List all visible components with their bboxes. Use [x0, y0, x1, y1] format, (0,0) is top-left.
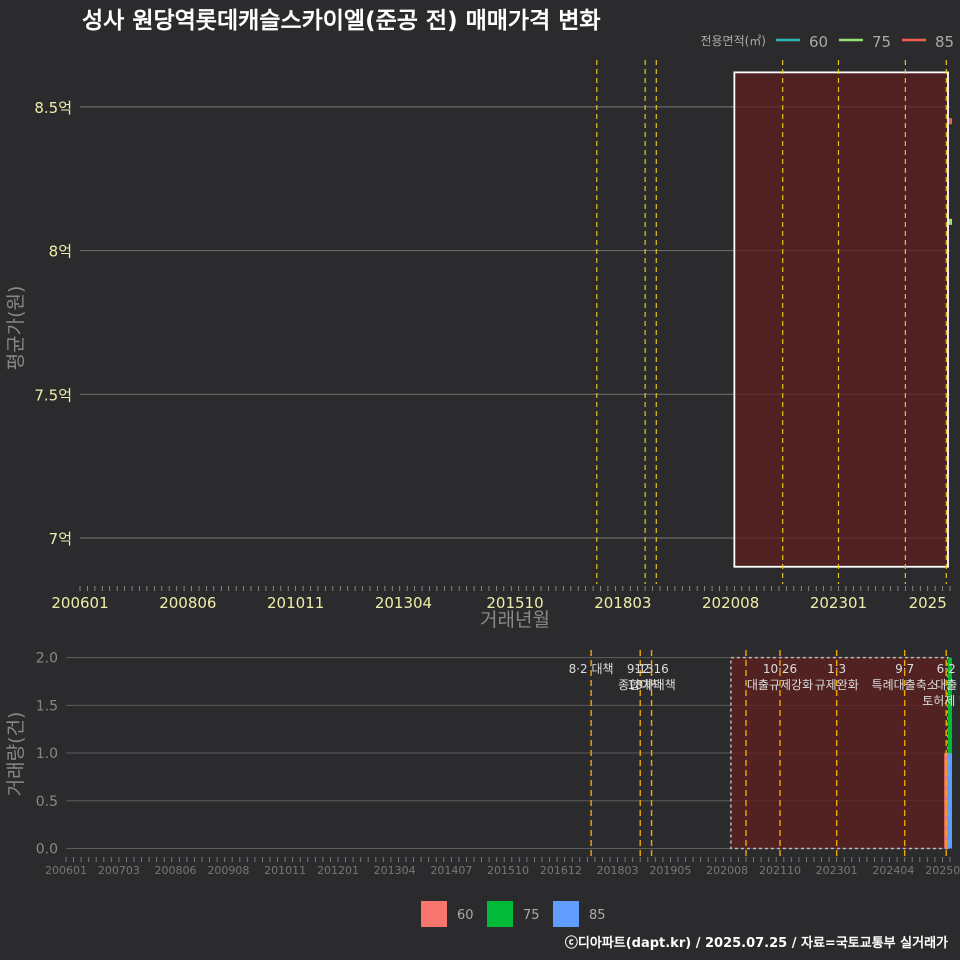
- price-panel: 7억7.5억8억8.5억200601 200806 201011 201304 2015…: [5, 60, 952, 631]
- volume-x-minor-ticks: [65, 857, 951, 862]
- volume-x-tick-label: 202110: [759, 864, 801, 877]
- volume-x-tick-label: 201612: [540, 864, 582, 877]
- price-x-tick-label: 200601: [51, 594, 108, 612]
- price-x-tick-label: 202301: [810, 594, 867, 612]
- volume-y-tick-label: 2.0: [36, 651, 58, 667]
- volume-x-tick-label: 202008: [706, 864, 748, 877]
- price-y-axis-title: 평균가(원): [5, 286, 27, 371]
- policy-label: 12·16: [634, 662, 668, 676]
- volume-x-tick-label: 201201: [317, 864, 359, 877]
- policy-label: 대출규제강화: [747, 678, 813, 692]
- policy-label: 18차대책: [627, 677, 675, 692]
- volume-bar-85: [948, 753, 952, 849]
- volume-x-tick-label: 201011: [264, 864, 306, 877]
- price-x-minor-ticks: [79, 586, 951, 591]
- volume-y-axis-title: 거래량(건): [5, 712, 27, 797]
- volume-x-tick-label: 200703: [98, 864, 140, 877]
- legend-bottom-label-85: 85: [589, 908, 606, 923]
- legend-top-label-85: 85: [935, 33, 954, 51]
- volume-x-tick-label: 201407: [430, 864, 472, 877]
- price-x-tick-label: 202008: [702, 594, 759, 612]
- volume-x-tick-label: 202506: [925, 864, 960, 877]
- volume-x-tick-label: 201905: [649, 864, 691, 877]
- legend-bottom: 60 75 85: [421, 901, 606, 927]
- volume-y-tick-label: 0.0: [36, 841, 58, 857]
- policy-label: 9·7: [895, 662, 914, 676]
- volume-y-tick-label: 0.5: [36, 794, 58, 810]
- volume-x-tick-label: 202404: [872, 864, 914, 877]
- price-x-tick-label: 201803: [594, 594, 651, 612]
- policy-label: 규제완화: [815, 678, 859, 692]
- price-x-axis-title: 거래년월: [480, 609, 550, 631]
- policy-label: 6·2: [937, 662, 956, 676]
- policy-label: 특례대출축소: [872, 678, 938, 692]
- legend-top: 전용면적(㎡) 60 75 85: [700, 33, 954, 51]
- policy-label: 1·3: [827, 662, 846, 676]
- price-x-tick-label: 201304: [375, 594, 432, 612]
- policy-label: 8·2 대책: [569, 661, 614, 676]
- price-highlight-box: [733, 71, 949, 568]
- credit-text: ⓒ디아파트(dapt.kr) / 2025.07.25 / 자료=국토교통부 실…: [565, 935, 948, 951]
- legend-bottom-swatch-85: [553, 901, 579, 927]
- price-y-tick-label: 7.5억: [34, 386, 72, 404]
- chart-title: 성사 원당역롯데캐슬스카이엘(준공 전) 매매가격 변화: [82, 8, 601, 34]
- volume-x-tick-label: 200908: [207, 864, 249, 877]
- price-y-tick-label: 7억: [49, 530, 72, 548]
- price-x-tick-label: 201011: [267, 594, 324, 612]
- volume-panel: 0.00.51.01.52.08·2 대책 9·13종합대책12·1618차대책1…: [5, 650, 960, 877]
- volume-x-tick-label: 201803: [597, 864, 639, 877]
- policy-label: 10·26: [763, 662, 797, 676]
- legend-bottom-label-60: 60: [457, 908, 474, 923]
- price-y-tick-label: 8.5억: [34, 99, 72, 117]
- price-y-tick-label: 8억: [49, 243, 72, 261]
- price-x-tick-label: 200806: [159, 594, 216, 612]
- policy-label: 대출: [935, 678, 957, 692]
- price-x-tick-label: 2025: [909, 594, 947, 612]
- volume-x-tick-label: 201304: [374, 864, 416, 877]
- price-point-75: [949, 218, 952, 225]
- legend-bottom-label-75: 75: [523, 908, 540, 923]
- chart-canvas: 성사 원당역롯데캐슬스카이엘(준공 전) 매매가격 변화 전용면적(㎡) 60 75…: [5, 8, 960, 951]
- legend-top-label-75: 75: [872, 33, 891, 51]
- legend-bottom-swatch-75: [487, 901, 513, 927]
- volume-y-tick-label: 1.0: [36, 746, 58, 762]
- legend-top-label-60: 60: [809, 33, 828, 51]
- legend-bottom-swatch-60: [421, 901, 447, 927]
- volume-x-tick-label: 200601: [45, 864, 87, 877]
- volume-y-tick-label: 1.5: [36, 698, 58, 714]
- volume-x-tick-label: 202301: [816, 864, 858, 877]
- price-point-85: [949, 118, 952, 125]
- policy-label: 토허제 해: [922, 694, 960, 708]
- volume-x-tick-label: 200806: [155, 864, 197, 877]
- volume-x-tick-label: 201510: [487, 864, 529, 877]
- legend-top-title: 전용면적(㎡): [700, 34, 766, 48]
